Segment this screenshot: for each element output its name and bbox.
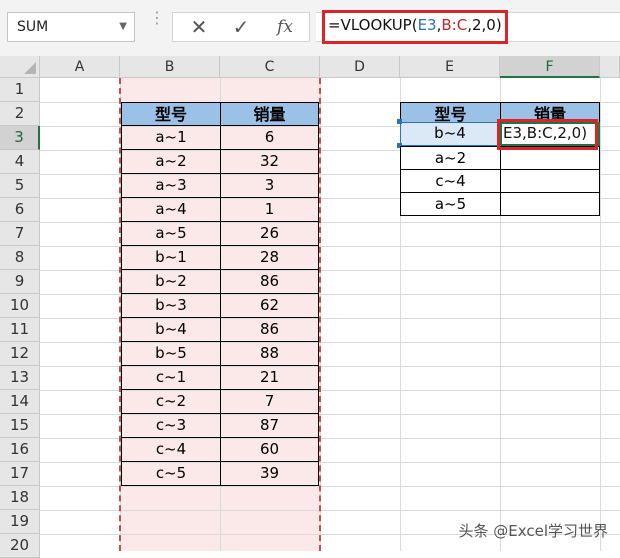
table-cell[interactable]: c~4 [121, 438, 221, 462]
column-header-f[interactable]: F [500, 56, 600, 78]
lookup-result-cell[interactable] [500, 169, 600, 193]
table-cell[interactable]: c~2 [121, 390, 221, 414]
table-cell[interactable]: a~2 [121, 150, 221, 174]
table-cell[interactable]: 86 [220, 318, 319, 342]
formula-suffix: ,2,0) [467, 16, 502, 34]
table-cell[interactable]: b~2 [121, 270, 221, 294]
enter-icon[interactable]: ✓ [221, 13, 261, 41]
row-header-selected[interactable]: 3 [0, 126, 40, 150]
worksheet-grid[interactable]: A B C D E F 1 2 3 4 5 6 7 8 9 10 11 12 1… [0, 56, 620, 558]
source-header-sales[interactable]: 销量 [220, 102, 319, 126]
row-header[interactable]: 17 [0, 462, 40, 486]
formula-ref-e3: E3 [417, 16, 437, 34]
table-cell[interactable]: 32 [220, 150, 319, 174]
table-cell[interactable]: 7 [220, 390, 319, 414]
row-header[interactable]: 20 [0, 534, 40, 558]
select-all-corner[interactable] [0, 56, 40, 78]
table-cell[interactable]: b~4 [121, 318, 221, 342]
insert-function-icon[interactable]: fx [265, 13, 305, 41]
table-cell[interactable]: 21 [220, 366, 319, 390]
column-header-d[interactable]: D [320, 56, 400, 78]
table-cell[interactable]: 1 [220, 198, 319, 222]
table-cell[interactable]: c~1 [121, 366, 221, 390]
lookup-key-cell[interactable]: a~2 [400, 146, 501, 170]
drag-handle-icon[interactable]: ⋮ [149, 10, 165, 40]
table-cell[interactable]: a~5 [121, 222, 221, 246]
lookup-key-cell[interactable]: b~4 [400, 122, 500, 146]
cancel-icon[interactable]: ✕ [179, 13, 219, 41]
lookup-key-cell[interactable]: c~4 [400, 169, 501, 193]
row-header[interactable]: 1 [0, 78, 40, 102]
column-header-a[interactable]: A [40, 56, 120, 78]
table-cell[interactable]: 39 [220, 462, 319, 486]
row-header[interactable]: 11 [0, 318, 40, 342]
formula-bar-area: SUM ▼ ⋮ ✕ ✓ fx =VLOOKUP(E3,B:C,2,0) [0, 0, 620, 56]
row-header[interactable]: 8 [0, 246, 40, 270]
source-header-model[interactable]: 型号 [121, 102, 221, 126]
gridline-h [40, 486, 620, 487]
row-header[interactable]: 7 [0, 222, 40, 246]
column-header-c[interactable]: C [220, 56, 320, 78]
row-header[interactable]: 2 [0, 102, 40, 126]
formula-prefix: =VLOOKUP( [328, 16, 418, 34]
row-header[interactable]: 10 [0, 294, 40, 318]
in-cell-edit-text[interactable]: E3,B:C,2,0) [503, 124, 587, 142]
lookup-key-cell[interactable]: a~5 [400, 192, 501, 216]
marching-ants-right [319, 78, 321, 551]
row-header[interactable]: 19 [0, 510, 40, 534]
row-header[interactable]: 18 [0, 486, 40, 510]
table-cell[interactable]: 6 [220, 126, 319, 150]
row-header[interactable]: 5 [0, 174, 40, 198]
lookup-result-cell[interactable] [500, 192, 600, 216]
gridline-h [40, 510, 620, 511]
table-cell[interactable]: 62 [220, 294, 319, 318]
table-cell[interactable]: 60 [220, 438, 319, 462]
table-cell[interactable]: 3 [220, 174, 319, 198]
formula-text: =VLOOKUP(E3,B:C,2,0) [328, 16, 502, 34]
table-cell[interactable]: 26 [220, 222, 319, 246]
row-header[interactable]: 12 [0, 342, 40, 366]
table-cell[interactable]: c~5 [121, 462, 221, 486]
table-cell[interactable]: 28 [220, 246, 319, 270]
chevron-down-icon[interactable]: ▼ [119, 21, 127, 32]
gridline-v [600, 78, 601, 551]
row-header[interactable]: 6 [0, 198, 40, 222]
table-cell[interactable]: b~3 [121, 294, 221, 318]
table-cell[interactable]: 87 [220, 414, 319, 438]
column-header-g[interactable] [600, 56, 620, 78]
row-header[interactable]: 16 [0, 438, 40, 462]
table-cell[interactable]: b~1 [121, 246, 221, 270]
row-header[interactable]: 9 [0, 270, 40, 294]
row-header[interactable]: 14 [0, 390, 40, 414]
watermark: 头条 @Excel学习世界 [458, 522, 608, 540]
table-cell[interactable]: a~3 [121, 174, 221, 198]
formula-buttons: ✕ ✓ fx [172, 12, 310, 42]
name-box-value: SUM [17, 19, 49, 35]
table-cell[interactable]: 86 [220, 270, 319, 294]
row-header[interactable]: 4 [0, 150, 40, 174]
table-cell[interactable]: c~3 [121, 414, 221, 438]
table-cell[interactable]: 88 [220, 342, 319, 366]
column-header-e[interactable]: E [400, 56, 500, 78]
row-header[interactable]: 13 [0, 366, 40, 390]
table-cell[interactable]: b~5 [121, 342, 221, 366]
row-header[interactable]: 15 [0, 414, 40, 438]
table-cell[interactable]: a~4 [121, 198, 221, 222]
formula-ref-bc: B:C [441, 16, 468, 34]
table-cell[interactable]: a~1 [121, 126, 221, 150]
name-box[interactable]: SUM ▼ [7, 12, 135, 42]
column-header-b[interactable]: B [120, 56, 220, 78]
